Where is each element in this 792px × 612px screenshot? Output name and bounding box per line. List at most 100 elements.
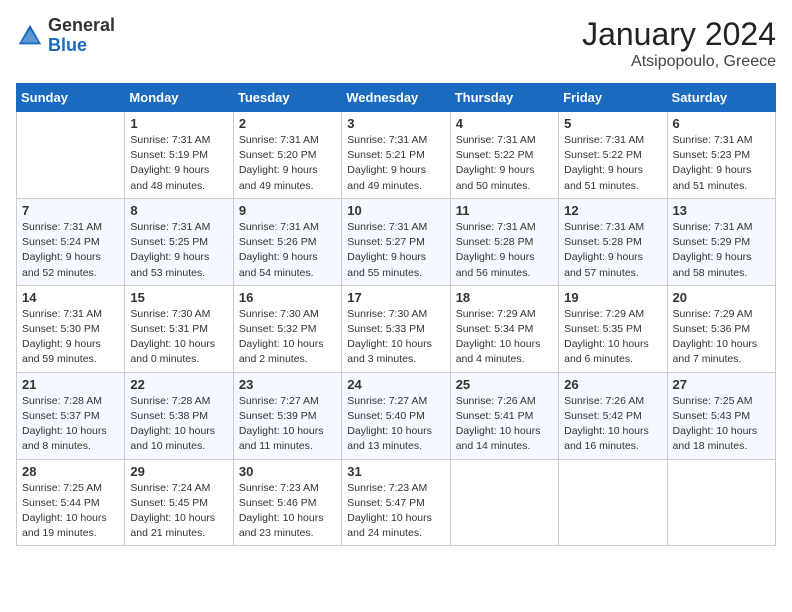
day-info: Sunrise: 7:28 AMSunset: 5:37 PMDaylight:… bbox=[22, 394, 119, 455]
logo-text: General Blue bbox=[48, 16, 115, 56]
calendar-cell: 22 Sunrise: 7:28 AMSunset: 5:38 PMDayligh… bbox=[125, 372, 233, 459]
calendar-table: SundayMondayTuesdayWednesdayThursdayFrid… bbox=[16, 83, 776, 546]
calendar-cell bbox=[450, 459, 558, 546]
day-number: 21 bbox=[22, 377, 119, 392]
day-number: 29 bbox=[130, 464, 227, 479]
weekday-header-monday: Monday bbox=[125, 84, 233, 112]
day-number: 15 bbox=[130, 290, 227, 305]
calendar-cell: 7 Sunrise: 7:31 AMSunset: 5:24 PMDaylight… bbox=[17, 198, 125, 285]
weekday-header-tuesday: Tuesday bbox=[233, 84, 341, 112]
day-number: 19 bbox=[564, 290, 661, 305]
day-number: 14 bbox=[22, 290, 119, 305]
calendar-cell: 11Sunrise: 7:31 AMSunset: 5:28 PMDayligh… bbox=[450, 198, 558, 285]
calendar-cell: 29 Sunrise: 7:24 AMSunset: 5:45 PMDayligh… bbox=[125, 459, 233, 546]
day-number: 28 bbox=[22, 464, 119, 479]
day-info: Sunrise: 7:30 AMSunset: 5:32 PMDaylight:… bbox=[239, 307, 336, 368]
day-info: Sunrise: 7:27 AMSunset: 5:40 PMDaylight:… bbox=[347, 394, 444, 455]
calendar-cell: 21 Sunrise: 7:28 AMSunset: 5:37 PMDayligh… bbox=[17, 372, 125, 459]
calendar-cell: 3 Sunrise: 7:31 AMSunset: 5:21 PMDaylight… bbox=[342, 112, 450, 199]
calendar-cell: 17 Sunrise: 7:30 AMSunset: 5:33 PMDayligh… bbox=[342, 285, 450, 372]
day-info: Sunrise: 7:31 AMSunset: 5:25 PMDaylight:… bbox=[130, 220, 227, 281]
day-number: 24 bbox=[347, 377, 444, 392]
weekday-header-saturday: Saturday bbox=[667, 84, 775, 112]
day-number: 9 bbox=[239, 203, 336, 218]
weekday-header-thursday: Thursday bbox=[450, 84, 558, 112]
calendar-cell bbox=[559, 459, 667, 546]
calendar-week-row: 28 Sunrise: 7:25 AMSunset: 5:44 PMDayligh… bbox=[17, 459, 776, 546]
day-number: 26 bbox=[564, 377, 661, 392]
day-number: 8 bbox=[130, 203, 227, 218]
day-number: 17 bbox=[347, 290, 444, 305]
calendar-cell: 24 Sunrise: 7:27 AMSunset: 5:40 PMDayligh… bbox=[342, 372, 450, 459]
day-info: Sunrise: 7:23 AMSunset: 5:47 PMDaylight:… bbox=[347, 481, 444, 542]
calendar-cell: 2 Sunrise: 7:31 AMSunset: 5:20 PMDaylight… bbox=[233, 112, 341, 199]
day-number: 25 bbox=[456, 377, 553, 392]
calendar-cell: 28 Sunrise: 7:25 AMSunset: 5:44 PMDayligh… bbox=[17, 459, 125, 546]
day-number: 20 bbox=[673, 290, 770, 305]
day-info: Sunrise: 7:31 AMSunset: 5:21 PMDaylight:… bbox=[347, 133, 444, 194]
calendar-subtitle: Atsipopoulo, Greece bbox=[582, 53, 776, 71]
day-info: Sunrise: 7:31 AMSunset: 5:20 PMDaylight:… bbox=[239, 133, 336, 194]
day-info: Sunrise: 7:23 AMSunset: 5:46 PMDaylight:… bbox=[239, 481, 336, 542]
day-number: 2 bbox=[239, 116, 336, 131]
calendar-cell: 19 Sunrise: 7:29 AMSunset: 5:35 PMDayligh… bbox=[559, 285, 667, 372]
calendar-cell: 23Sunrise: 7:27 AMSunset: 5:39 PMDayligh… bbox=[233, 372, 341, 459]
day-info: Sunrise: 7:26 AMSunset: 5:42 PMDaylight:… bbox=[564, 394, 661, 455]
day-number: 22 bbox=[130, 377, 227, 392]
day-number: 27 bbox=[673, 377, 770, 392]
day-number: 3 bbox=[347, 116, 444, 131]
day-info: Sunrise: 7:31 AMSunset: 5:24 PMDaylight:… bbox=[22, 220, 119, 281]
day-info: Sunrise: 7:26 AMSunset: 5:41 PMDaylight:… bbox=[456, 394, 553, 455]
day-info: Sunrise: 7:28 AMSunset: 5:38 PMDaylight:… bbox=[130, 394, 227, 455]
calendar-cell bbox=[667, 459, 775, 546]
calendar-cell: 27 Sunrise: 7:25 AMSunset: 5:43 PMDayligh… bbox=[667, 372, 775, 459]
day-info: Sunrise: 7:31 AMSunset: 5:22 PMDaylight:… bbox=[456, 133, 553, 194]
day-info: Sunrise: 7:31 AMSunset: 5:29 PMDaylight:… bbox=[673, 220, 770, 281]
calendar-cell: 10 Sunrise: 7:31 AMSunset: 5:27 PMDayligh… bbox=[342, 198, 450, 285]
day-number: 4 bbox=[456, 116, 553, 131]
day-info: Sunrise: 7:25 AMSunset: 5:44 PMDaylight:… bbox=[22, 481, 119, 542]
day-info: Sunrise: 7:31 AMSunset: 5:23 PMDaylight:… bbox=[673, 133, 770, 194]
calendar-cell: 4 Sunrise: 7:31 AMSunset: 5:22 PMDaylight… bbox=[450, 112, 558, 199]
calendar-cell: 18Sunrise: 7:29 AMSunset: 5:34 PMDayligh… bbox=[450, 285, 558, 372]
day-info: Sunrise: 7:31 AMSunset: 5:27 PMDaylight:… bbox=[347, 220, 444, 281]
calendar-cell: 13Sunrise: 7:31 AMSunset: 5:29 PMDayligh… bbox=[667, 198, 775, 285]
day-info: Sunrise: 7:24 AMSunset: 5:45 PMDaylight:… bbox=[130, 481, 227, 542]
day-number: 5 bbox=[564, 116, 661, 131]
day-number: 1 bbox=[130, 116, 227, 131]
day-number: 10 bbox=[347, 203, 444, 218]
calendar-cell bbox=[17, 112, 125, 199]
calendar-cell: 16 Sunrise: 7:30 AMSunset: 5:32 PMDayligh… bbox=[233, 285, 341, 372]
logo-icon bbox=[16, 22, 44, 50]
calendar-cell: 6 Sunrise: 7:31 AMSunset: 5:23 PMDaylight… bbox=[667, 112, 775, 199]
calendar-week-row: 14Sunrise: 7:31 AMSunset: 5:30 PMDayligh… bbox=[17, 285, 776, 372]
weekday-header-friday: Friday bbox=[559, 84, 667, 112]
day-number: 16 bbox=[239, 290, 336, 305]
calendar-cell: 8 Sunrise: 7:31 AMSunset: 5:25 PMDaylight… bbox=[125, 198, 233, 285]
day-info: Sunrise: 7:30 AMSunset: 5:33 PMDaylight:… bbox=[347, 307, 444, 368]
day-info: Sunrise: 7:29 AMSunset: 5:34 PMDaylight:… bbox=[456, 307, 553, 368]
day-number: 30 bbox=[239, 464, 336, 479]
day-info: Sunrise: 7:31 AMSunset: 5:28 PMDaylight:… bbox=[456, 220, 553, 281]
day-info: Sunrise: 7:25 AMSunset: 5:43 PMDaylight:… bbox=[673, 394, 770, 455]
day-info: Sunrise: 7:31 AMSunset: 5:22 PMDaylight:… bbox=[564, 133, 661, 194]
calendar-cell: 9 Sunrise: 7:31 AMSunset: 5:26 PMDaylight… bbox=[233, 198, 341, 285]
calendar-week-row: 21 Sunrise: 7:28 AMSunset: 5:37 PMDayligh… bbox=[17, 372, 776, 459]
weekday-header-row: SundayMondayTuesdayWednesdayThursdayFrid… bbox=[17, 84, 776, 112]
day-number: 31 bbox=[347, 464, 444, 479]
calendar-cell: 14Sunrise: 7:31 AMSunset: 5:30 PMDayligh… bbox=[17, 285, 125, 372]
day-number: 6 bbox=[673, 116, 770, 131]
calendar-title: January 2024 bbox=[582, 16, 776, 53]
day-number: 7 bbox=[22, 203, 119, 218]
title-block: January 2024 Atsipopoulo, Greece bbox=[582, 16, 776, 71]
day-info: Sunrise: 7:29 AMSunset: 5:36 PMDaylight:… bbox=[673, 307, 770, 368]
day-info: Sunrise: 7:31 AMSunset: 5:26 PMDaylight:… bbox=[239, 220, 336, 281]
logo-blue: Blue bbox=[48, 36, 115, 56]
calendar-cell: 25 Sunrise: 7:26 AMSunset: 5:41 PMDayligh… bbox=[450, 372, 558, 459]
day-info: Sunrise: 7:29 AMSunset: 5:35 PMDaylight:… bbox=[564, 307, 661, 368]
calendar-cell: 30 Sunrise: 7:23 AMSunset: 5:46 PMDayligh… bbox=[233, 459, 341, 546]
calendar-cell: 31 Sunrise: 7:23 AMSunset: 5:47 PMDayligh… bbox=[342, 459, 450, 546]
day-info: Sunrise: 7:30 AMSunset: 5:31 PMDaylight:… bbox=[130, 307, 227, 368]
day-number: 12 bbox=[564, 203, 661, 218]
day-info: Sunrise: 7:27 AMSunset: 5:39 PMDaylight:… bbox=[239, 394, 336, 455]
